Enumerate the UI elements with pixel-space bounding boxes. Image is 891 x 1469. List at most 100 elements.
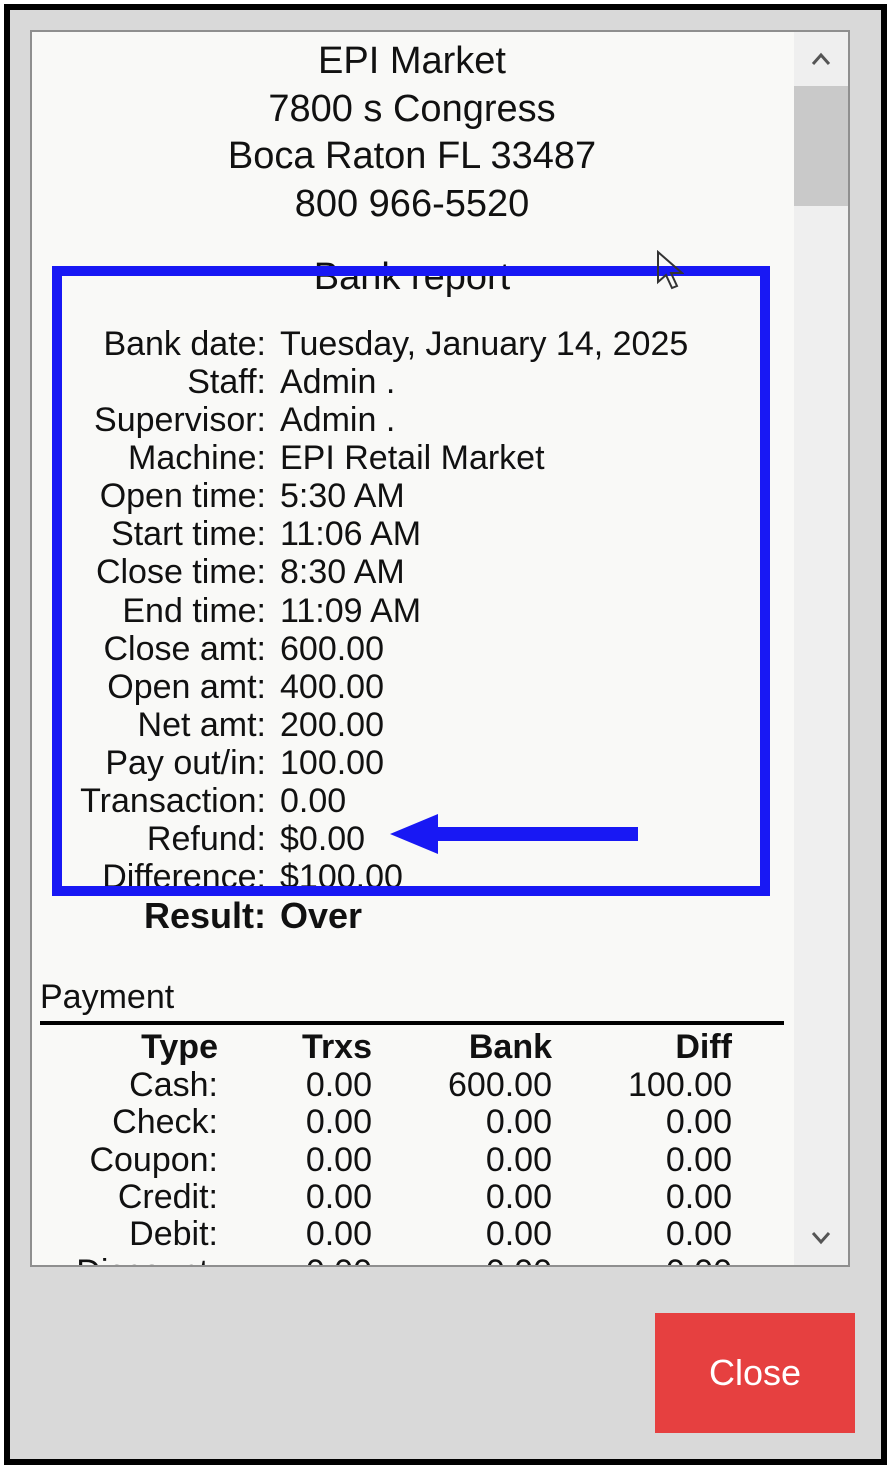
payment-section-title: Payment	[32, 978, 792, 1017]
payment-row: Check:0.000.000.00	[32, 1104, 792, 1141]
detail-row: Close time:8:30 AM	[32, 553, 792, 591]
detail-value: $100.00	[280, 858, 792, 896]
detail-label: Supervisor:	[32, 401, 280, 439]
detail-label: Start time:	[32, 515, 280, 553]
payment-header-cell: Trxs	[232, 1029, 372, 1066]
detail-label: Refund:	[32, 820, 280, 858]
detail-row: Refund:$0.00	[32, 820, 792, 858]
window-frame: EPI Market 7800 s Congress Boca Raton FL…	[4, 4, 887, 1465]
detail-row: Start time:11:06 AM	[32, 515, 792, 553]
payment-type: Discount:	[32, 1254, 232, 1267]
store-address1: 7800 s Congress	[32, 86, 792, 134]
detail-label: Transaction:	[32, 782, 280, 820]
store-phone: 800 966-5520	[32, 181, 792, 229]
payment-row: Cash:0.00600.00100.00	[32, 1067, 792, 1104]
payment-header-cell: Bank	[372, 1029, 552, 1066]
payment-row: Coupon:0.000.000.00	[32, 1142, 792, 1179]
detail-label: Close amt:	[32, 630, 280, 668]
payment-diff: 100.00	[552, 1067, 732, 1104]
payment-bank: 600.00	[372, 1067, 552, 1104]
store-address2: Boca Raton FL 33487	[32, 133, 792, 181]
payment-header-cell: Diff	[552, 1029, 732, 1066]
detail-value: EPI Retail Market	[280, 439, 792, 477]
detail-row: Transaction:0.00	[32, 782, 792, 820]
detail-row: End time:11:09 AM	[32, 592, 792, 630]
payment-trxs: 0.00	[232, 1179, 372, 1216]
payment-table: TypeTrxsBankDiffCash:0.00600.00100.00Che…	[32, 1029, 792, 1267]
payment-bank: 0.00	[372, 1179, 552, 1216]
detail-value: Admin .	[280, 401, 792, 439]
payment-diff: 0.00	[552, 1142, 732, 1179]
store-name: EPI Market	[32, 38, 792, 86]
result-row: Result:Over	[32, 896, 792, 936]
payment-bank: 0.00	[372, 1254, 552, 1267]
payment-diff: 0.00	[552, 1104, 732, 1141]
detail-row: Pay out/in:100.00	[32, 744, 792, 782]
payment-trxs: 0.00	[232, 1142, 372, 1179]
detail-row: Open time:5:30 AM	[32, 477, 792, 515]
payment-diff: 0.00	[552, 1216, 732, 1253]
detail-row: Difference:$100.00	[32, 858, 792, 896]
scrollbar-thumb[interactable]	[794, 86, 848, 206]
detail-row: Net amt:200.00	[32, 706, 792, 744]
payment-diff: 0.00	[552, 1179, 732, 1216]
detail-label: End time:	[32, 592, 280, 630]
payment-header-row: TypeTrxsBankDiff	[32, 1029, 792, 1066]
report-title: Bank report	[32, 256, 792, 299]
payment-row: Credit:0.000.000.00	[32, 1179, 792, 1216]
close-button-label: Close	[709, 1352, 801, 1394]
detail-value: 400.00	[280, 668, 792, 706]
detail-label: Open time:	[32, 477, 280, 515]
payment-bank: 0.00	[372, 1142, 552, 1179]
detail-row: Machine:EPI Retail Market	[32, 439, 792, 477]
detail-label: Net amt:	[32, 706, 280, 744]
close-button[interactable]: Close	[655, 1313, 855, 1433]
detail-label: Open amt:	[32, 668, 280, 706]
payment-type: Credit:	[32, 1179, 232, 1216]
payment-type: Check:	[32, 1104, 232, 1141]
detail-value: $0.00	[280, 820, 792, 858]
payment-trxs: 0.00	[232, 1067, 372, 1104]
detail-value: 100.00	[280, 744, 792, 782]
payment-type: Debit:	[32, 1216, 232, 1253]
report-pane: EPI Market 7800 s Congress Boca Raton FL…	[30, 30, 850, 1267]
detail-value: 11:06 AM	[280, 515, 792, 553]
payment-row: Discount:0.000.000.00	[32, 1254, 792, 1267]
scrollbar-track[interactable]	[794, 32, 848, 1265]
detail-row: Open amt:400.00	[32, 668, 792, 706]
payment-trxs: 0.00	[232, 1254, 372, 1267]
detail-row: Supervisor:Admin .	[32, 401, 792, 439]
payment-type: Cash:	[32, 1067, 232, 1104]
payment-diff: 0.00	[552, 1254, 732, 1267]
payment-row: Debit:0.000.000.00	[32, 1216, 792, 1253]
scroll-down-button[interactable]	[794, 1211, 848, 1265]
payment-bank: 0.00	[372, 1104, 552, 1141]
bank-details: Bank date:Tuesday, January 14, 2025Staff…	[32, 325, 792, 936]
payment-trxs: 0.00	[232, 1216, 372, 1253]
detail-value: Tuesday, January 14, 2025	[280, 325, 792, 363]
payment-trxs: 0.00	[232, 1104, 372, 1141]
report-content: EPI Market 7800 s Congress Boca Raton FL…	[32, 32, 792, 1267]
result-value: Over	[280, 896, 792, 936]
detail-value: 200.00	[280, 706, 792, 744]
result-label: Result:	[32, 896, 280, 936]
detail-label: Machine:	[32, 439, 280, 477]
detail-value: 600.00	[280, 630, 792, 668]
detail-row: Bank date:Tuesday, January 14, 2025	[32, 325, 792, 363]
detail-row: Staff:Admin .	[32, 363, 792, 401]
detail-value: 11:09 AM	[280, 592, 792, 630]
report-header: EPI Market 7800 s Congress Boca Raton FL…	[32, 32, 792, 228]
detail-value: 5:30 AM	[280, 477, 792, 515]
payment-type: Coupon:	[32, 1142, 232, 1179]
scroll-up-button[interactable]	[794, 32, 848, 86]
detail-label: Pay out/in:	[32, 744, 280, 782]
detail-value: 8:30 AM	[280, 553, 792, 591]
detail-value: Admin .	[280, 363, 792, 401]
detail-label: Close time:	[32, 553, 280, 591]
detail-label: Bank date:	[32, 325, 280, 363]
payment-header-cell: Type	[32, 1029, 232, 1066]
payment-divider	[40, 1021, 784, 1025]
payment-bank: 0.00	[372, 1216, 552, 1253]
detail-label: Difference:	[32, 858, 280, 896]
detail-value: 0.00	[280, 782, 792, 820]
